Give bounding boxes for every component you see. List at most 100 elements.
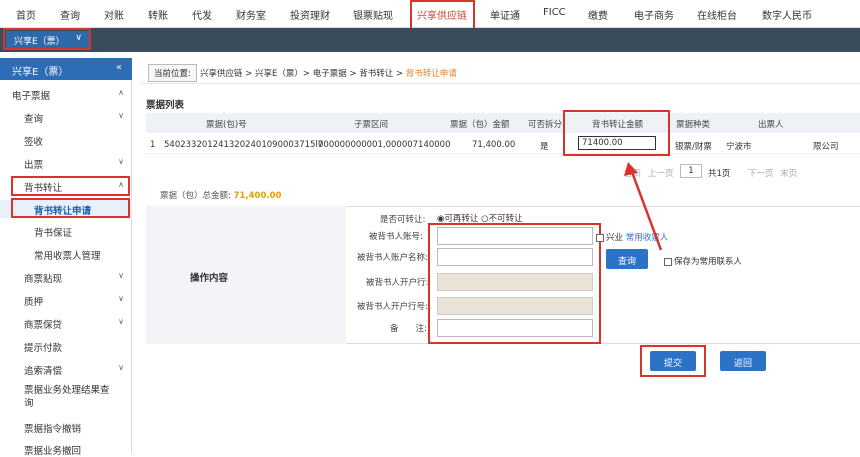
row-amount: 71,400.00 — [472, 140, 516, 150]
note-label: 备 注: — [390, 324, 427, 334]
row-drawer-left: 宁波市 — [726, 142, 752, 152]
col-splittable: 可否拆分 — [528, 120, 563, 130]
sidebar-item-sign[interactable]: 签收 — [0, 134, 132, 148]
sidebar-item-label: 追索清偿 — [24, 366, 63, 377]
sidebar-item-label: 提示付款 — [24, 343, 63, 354]
collapse-icon[interactable]: « — [116, 62, 122, 73]
sidebar-item-pledge[interactable]: 质押 ∨ — [0, 294, 132, 308]
col-range: 子票区间 — [354, 120, 389, 130]
checkbox-icon — [664, 257, 672, 266]
highlight-endorse — [11, 176, 130, 196]
chevron-down-icon: ∨ — [118, 317, 124, 326]
sidebar-item-label: 电子票据 — [12, 91, 51, 102]
save-contact-label: 保存为常用联系人 — [674, 257, 743, 267]
breadcrumb-path: 兴享供应链 > 兴享E（票）> 电子票据 > 背书转让 > 背书转让申请 — [200, 67, 457, 79]
col-bill-no: 票据(包)号 — [206, 120, 247, 130]
sidebar-item-commercial-discount[interactable]: 商票贴现 ∨ — [0, 271, 132, 285]
sidebar-item-label: 质押 — [24, 297, 44, 308]
xingye-option[interactable]: 兴业 常用收票人 — [596, 231, 668, 243]
row-range: 000000000001,000007140000 — [318, 140, 451, 150]
sidebar: 兴享E（票） « 电子票据 ∧ 查询 ∨ 签收 出票 ∨ 背书转让 ∧ 背书转让申请 背… — [0, 58, 132, 457]
location-label: 当前位置: — [148, 64, 197, 82]
highlight-transfer-amount — [563, 110, 670, 156]
product-bar: 兴享E（票） ∨ — [0, 28, 860, 52]
pager-total: 共1页 — [708, 169, 731, 179]
xingye-label: 兴业 — [606, 233, 624, 243]
nav-payroll[interactable]: 代发 — [192, 7, 212, 22]
col-amount: 票据（包）金额 — [450, 120, 510, 130]
row-bill-no: 5402332012413202401090003715l7 — [164, 140, 324, 150]
sidebar-item-withdraw[interactable]: 票据业务撤回 — [0, 443, 132, 457]
sidebar-item-endorse-guarantee[interactable]: 背书保证 — [0, 225, 132, 239]
nav-transfer[interactable]: 转账 — [148, 7, 168, 22]
highlight-payee-fields — [428, 223, 601, 344]
nav-ecommerce[interactable]: 电子商务 — [634, 7, 674, 22]
operation-label: 操作内容 — [190, 273, 229, 284]
highlight-endorse-apply — [11, 198, 130, 218]
pager-next[interactable]: 下一页 — [748, 167, 774, 179]
save-contact-option[interactable]: 保存为常用联系人 — [664, 255, 742, 267]
sidebar-item-electronic-bills[interactable]: 电子票据 ∧ — [0, 88, 132, 102]
row-splittable: 是 — [540, 142, 549, 152]
row-drawer-right: 限公司 — [813, 142, 839, 152]
sidebar-item-payee-manage[interactable]: 常用收票人管理 — [0, 248, 132, 262]
table-row: 1 5402332012413202401090003715l7 0000000… — [146, 134, 860, 154]
nav-payment[interactable]: 缴费 — [588, 7, 608, 22]
bill-list-title: 票据列表 — [146, 100, 185, 111]
chevron-down-icon: ∨ — [118, 271, 124, 280]
sidebar-title: 兴享E（票） — [12, 67, 69, 78]
query-button[interactable]: 查询 — [606, 249, 648, 269]
total-label: 票据（包）总金额: — [160, 191, 231, 201]
chevron-up-icon: ∧ — [118, 88, 124, 97]
sidebar-item-loan[interactable]: 商票保贷 ∨ — [0, 317, 132, 331]
row-index: 1 — [150, 140, 156, 150]
bank-label: 被背书人开户行: — [366, 278, 429, 288]
sidebar-item-label: 票据业务处理结果查询 — [24, 385, 110, 409]
account-name-label: 被背书人账户名称: — [357, 253, 428, 263]
sidebar-header: 兴享E（票） « — [0, 58, 132, 80]
nav-finance-room[interactable]: 财务室 — [236, 7, 266, 22]
sidebar-item-cancel-instruction[interactable]: 票据指令撤销 — [0, 421, 132, 435]
chevron-down-icon: ∨ — [118, 363, 124, 372]
sidebar-item-label: 查询 — [24, 114, 44, 125]
nav-investment[interactable]: 投资理财 — [290, 7, 330, 22]
highlight-product-selector — [3, 28, 91, 50]
checkbox-icon — [596, 233, 604, 242]
sidebar-item-label: 常用收票人管理 — [34, 251, 101, 262]
account-label: 被背书人账号: — [369, 232, 423, 242]
sidebar-item-label: 背书保证 — [34, 228, 73, 239]
nav-reconcile[interactable]: 对账 — [104, 7, 124, 22]
sidebar-item-recourse[interactable]: 追索清偿 ∨ — [0, 363, 132, 377]
nav-online-counter[interactable]: 在线柜台 — [697, 7, 737, 22]
sidebar-item-result-query[interactable]: 票据业务处理结果查询 — [0, 384, 110, 410]
sidebar-item-label: 商票贴现 — [24, 274, 63, 285]
row-type: 银票/财票 — [675, 142, 712, 152]
nav-home[interactable]: 首页 — [16, 7, 36, 22]
sidebar-item-issue[interactable]: 出票 ∨ — [0, 157, 132, 171]
pager-last[interactable]: 末页 — [780, 167, 797, 179]
operation-form-label-cell — [146, 206, 346, 344]
highlight-nav-supply-chain — [410, 0, 475, 30]
breadcrumb-trail[interactable]: 兴享供应链 > 兴享E（票）> 电子票据 > 背书转让 > — [200, 69, 406, 79]
nav-ficc[interactable]: FICC — [543, 7, 566, 18]
col-type: 票据种类 — [676, 120, 711, 130]
chevron-down-icon: ∨ — [118, 111, 124, 120]
sidebar-item-label: 票据业务撤回 — [24, 446, 82, 457]
breadcrumb-current: 背书转让申请 — [405, 69, 457, 79]
pager-page-input[interactable]: 1 — [680, 164, 702, 178]
pager-prev[interactable]: 上一页 — [648, 167, 674, 179]
sidebar-item-prompt-payment[interactable]: 提示付款 — [0, 340, 132, 354]
common-payee-link[interactable]: 常用收票人 — [626, 233, 669, 243]
table-header: 票据(包)号 子票区间 票据（包）金额 可否拆分 背书转让金额 票据种类 出票人 — [146, 113, 860, 133]
nav-document[interactable]: 单证通 — [490, 7, 520, 22]
sidebar-item-label: 签收 — [24, 137, 44, 148]
chevron-down-icon: ∨ — [118, 294, 124, 303]
pager-first[interactable]: 首页 — [624, 167, 641, 179]
breadcrumb: 当前位置: 兴享供应链 > 兴享E（票）> 电子票据 > 背书转让 > 背书转让… — [140, 58, 860, 84]
total-value: 71,400.00 — [233, 191, 282, 201]
nav-discount[interactable]: 银票贴现 — [353, 7, 393, 22]
nav-query[interactable]: 查询 — [60, 7, 80, 22]
back-button[interactable]: 返回 — [720, 351, 766, 371]
nav-digital-rmb[interactable]: 数字人民币 — [762, 7, 812, 22]
sidebar-item-query[interactable]: 查询 ∨ — [0, 111, 132, 125]
